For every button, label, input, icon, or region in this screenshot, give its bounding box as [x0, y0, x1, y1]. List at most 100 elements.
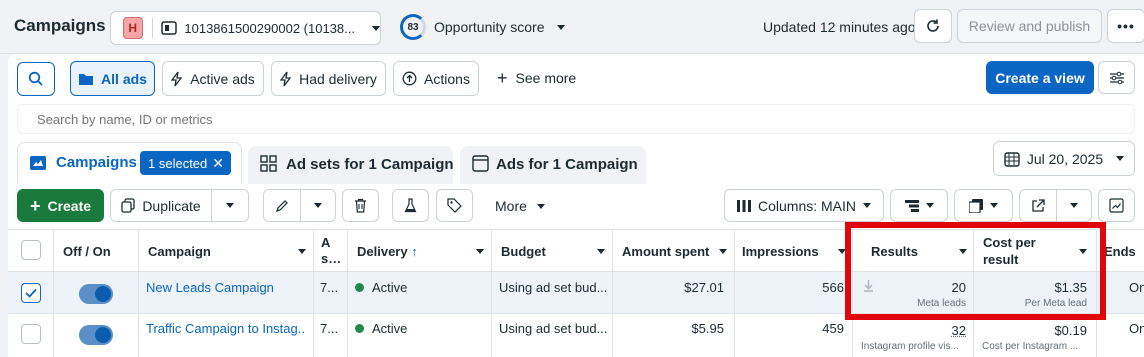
col-sep [53, 229, 54, 357]
delivery-label: Active [372, 280, 407, 295]
columns-button[interactable]: Columns: MAIN [724, 189, 884, 222]
refresh-button[interactable] [914, 9, 952, 43]
charts-button[interactable] [1098, 189, 1135, 222]
filter-all-ads[interactable]: All ads [70, 61, 155, 96]
ellipsis-icon: ••• [1117, 18, 1135, 34]
campaign-toggle[interactable] [79, 284, 113, 304]
date-range-label: Jul 20, 2025 [1027, 151, 1103, 167]
edit-dropdown[interactable] [300, 189, 336, 222]
chevron-down-icon [372, 26, 380, 31]
header-impressions[interactable]: Impressions [742, 230, 846, 272]
columns-label: Columns: MAIN [758, 198, 856, 214]
header-attr-line1: A [321, 235, 345, 251]
edit-button[interactable] [263, 189, 301, 222]
flask-icon [404, 198, 417, 213]
impressions-value: 566 [734, 278, 844, 296]
account-badge: H [123, 17, 143, 39]
account-icon [161, 21, 177, 35]
header-amount-spent[interactable]: Amount spent [622, 230, 727, 272]
filter-active-ads[interactable]: Active ads [162, 61, 264, 96]
col-sep [491, 229, 492, 357]
filter-had-delivery[interactable]: Had delivery [271, 61, 386, 96]
export-icon [1031, 199, 1045, 213]
search-input[interactable] [37, 108, 1127, 130]
active-dot-icon [355, 324, 364, 333]
create-label: Create [47, 198, 91, 214]
plus-icon: + [497, 71, 508, 85]
col-sep [347, 229, 348, 357]
highlight-box [845, 222, 1106, 320]
tag-button[interactable] [436, 189, 473, 222]
score-ring: 83 [400, 14, 426, 40]
active-dot-icon [355, 283, 364, 292]
chevron-down-icon [557, 25, 565, 30]
select-all-checkbox[interactable] [21, 240, 41, 260]
trend-icon [1109, 198, 1124, 213]
page-title: Campaigns [14, 16, 106, 36]
results-subtext: Instagram profile vis... [861, 339, 969, 353]
campaign-name-link[interactable]: Traffic Campaign to Instag... [146, 319, 306, 337]
filter-actions-label: Actions [424, 71, 470, 87]
review-publish-button[interactable]: Review and publish [957, 9, 1102, 43]
filter-actions[interactable]: Actions [393, 61, 479, 96]
header-budget[interactable]: Budget [501, 230, 605, 272]
col-sep [313, 229, 314, 357]
more-button[interactable]: More [495, 198, 545, 214]
more-options-button[interactable]: ••• [1107, 9, 1144, 43]
header-delivery-label: Delivery [357, 244, 408, 259]
duplicate-button[interactable]: Duplicate [110, 189, 212, 222]
ab-test-button[interactable] [392, 189, 429, 222]
calendar-icon [1004, 151, 1020, 167]
duplicate-dropdown[interactable] [211, 189, 249, 222]
reports-button[interactable] [954, 189, 1013, 222]
row-checkbox[interactable] [21, 283, 41, 303]
plus-icon: + [30, 199, 41, 213]
header-ends[interactable]: Ends [1104, 230, 1136, 272]
trash-icon [354, 198, 367, 213]
budget-value: Using ad set bud... [499, 319, 607, 337]
delivery-status: Active [355, 319, 407, 337]
folder-icon [78, 72, 94, 86]
account-selector[interactable]: H 1013861500290002 (10138... [110, 11, 381, 45]
duplicate-label: Duplicate [142, 198, 200, 214]
impressions-value: 459 [734, 319, 844, 337]
reports-icon [969, 199, 983, 213]
campaign-toggle[interactable] [79, 325, 113, 345]
create-button[interactable]: + Create [17, 189, 104, 222]
create-view-button[interactable]: Create a view [986, 61, 1094, 94]
attribution-value: 7... [320, 278, 338, 296]
campaign-name-link[interactable]: New Leads Campaign [146, 278, 274, 296]
export-dropdown[interactable] [1056, 189, 1092, 222]
tab-ad-sets-label: Ad sets for 1 Campaign [286, 156, 454, 173]
row-checkbox[interactable] [21, 324, 41, 344]
updated-text: Updated 12 minutes ago [763, 19, 916, 35]
search-icon [28, 71, 44, 87]
header-impressions-label: Impressions [742, 244, 819, 259]
columns-icon [737, 200, 751, 212]
amount-spent-value: $5.95 [612, 319, 724, 337]
header-campaign-label: Campaign [148, 244, 211, 259]
header-attribution[interactable]: A s… [321, 235, 345, 267]
checkmark-icon [25, 288, 37, 298]
breakdown-button[interactable] [890, 189, 948, 222]
selected-badge[interactable]: 1 selected ✕ [140, 151, 231, 175]
delete-button[interactable] [342, 189, 379, 222]
close-icon[interactable]: ✕ [212, 155, 224, 172]
account-divider [152, 18, 153, 38]
search-toggle-button[interactable] [17, 62, 55, 96]
opportunity-score[interactable]: 83 Opportunity score [400, 14, 565, 40]
header-delivery-label-wrap: Delivery ↑ [357, 244, 418, 259]
see-more-button[interactable]: + See more [497, 70, 576, 86]
export-button[interactable] [1019, 189, 1057, 222]
chevron-down-icon [863, 203, 871, 208]
grid-icon [260, 155, 277, 175]
account-name: 1013861500290002 (10138... [184, 21, 355, 36]
view-settings-button[interactable] [1098, 61, 1135, 94]
header-off-on[interactable]: Off / On [63, 230, 111, 272]
header-delivery[interactable]: Delivery ↑ [357, 230, 484, 272]
attribution-value: 7... [320, 319, 338, 337]
filter-active-ads-label: Active ads [190, 71, 255, 87]
header-campaign[interactable]: Campaign [148, 230, 306, 272]
campaigns-tab-icon [29, 155, 47, 174]
date-range-button[interactable]: Jul 20, 2025 [993, 141, 1135, 176]
